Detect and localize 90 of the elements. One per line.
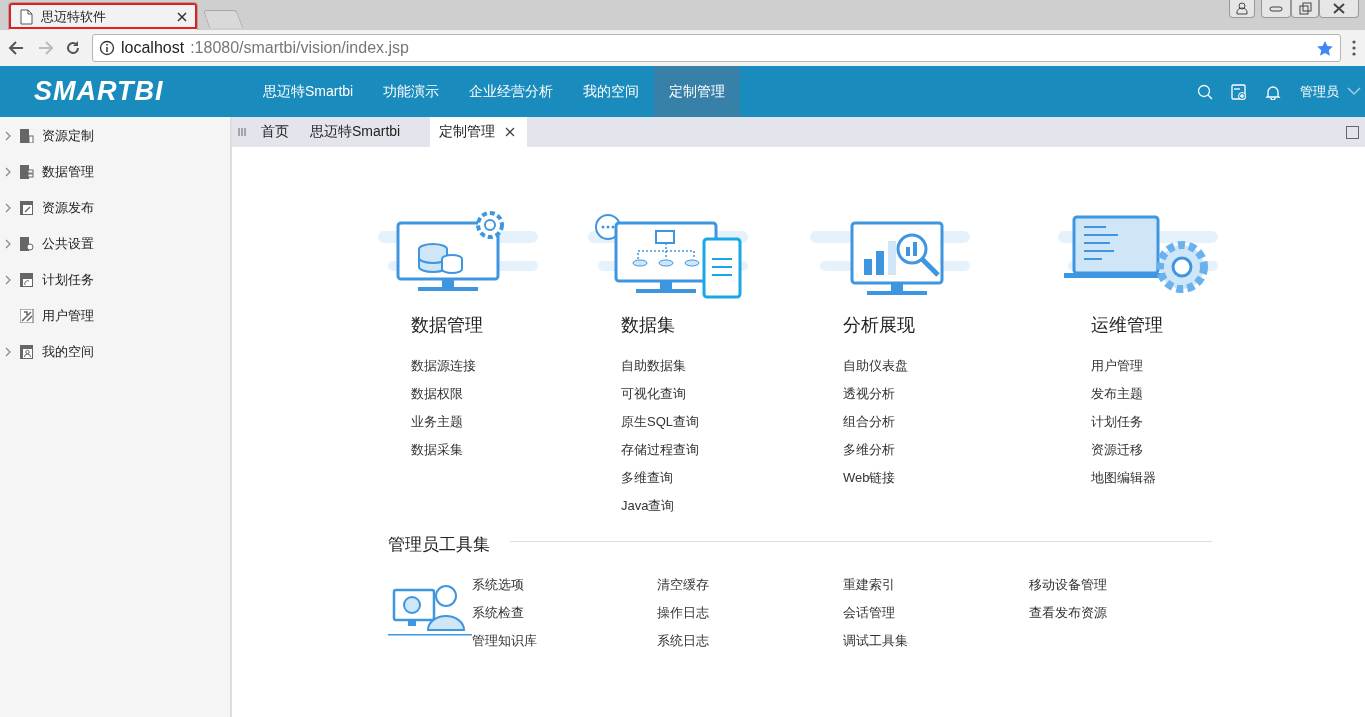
reload-icon — [64, 39, 82, 57]
function-link[interactable]: 业务主题 — [411, 413, 588, 441]
document-icon — [20, 309, 34, 323]
chevron-down-icon — [1347, 87, 1361, 96]
document-icon — [20, 165, 34, 179]
nav-item[interactable]: 我的空间 — [568, 66, 655, 117]
function-link[interactable]: 资源迁移 — [1091, 441, 1278, 469]
function-link[interactable]: 多维分析 — [843, 441, 1058, 469]
function-link[interactable]: 发布主题 — [1091, 385, 1278, 413]
document-icon — [20, 345, 34, 359]
function-link[interactable]: Java查询 — [621, 497, 810, 525]
close-icon — [1332, 2, 1346, 15]
function-link[interactable]: 数据权限 — [411, 385, 588, 413]
sidebar-item[interactable]: 数据管理 — [0, 154, 230, 190]
menu-icon — [1351, 39, 1357, 57]
function-link[interactable]: 透视分析 — [843, 385, 1058, 413]
tool-link[interactable]: 清空缓存 — [657, 576, 843, 604]
chevron-right-icon — [5, 275, 12, 285]
tool-link[interactable]: 系统日志 — [657, 632, 843, 660]
sidebar-item[interactable]: 公共设置 — [0, 226, 230, 262]
restore-button[interactable] — [1291, 0, 1319, 18]
info-icon — [99, 40, 115, 56]
function-link[interactable]: 自助数据集 — [621, 357, 810, 385]
back-icon — [8, 39, 26, 57]
tool-link[interactable]: 操作日志 — [657, 604, 843, 632]
function-link[interactable]: 数据采集 — [411, 441, 588, 469]
function-link[interactable]: 地图编辑器 — [1091, 469, 1278, 497]
tool-link[interactable]: 会话管理 — [843, 604, 1029, 632]
close-icon — [505, 127, 516, 137]
category-title: 运维管理 — [1091, 314, 1164, 337]
chevron-right-icon — [5, 203, 12, 213]
chevron-right-icon — [5, 347, 12, 357]
function-link[interactable]: 计划任务 — [1091, 413, 1278, 441]
function-link[interactable]: 自助仪表盘 — [843, 357, 1058, 385]
function-link[interactable]: 存储过程查询 — [621, 441, 810, 469]
profile-button[interactable] — [1229, 0, 1255, 18]
tool-link[interactable]: 重建索引 — [843, 576, 1029, 604]
content-tab[interactable]: 首页 — [252, 117, 301, 147]
star-icon — [1316, 39, 1334, 57]
function-link[interactable]: 用户管理 — [1091, 357, 1278, 385]
nav-item[interactable]: 企业经营分析 — [454, 66, 569, 117]
category-title: 数据集 — [621, 314, 676, 337]
address-field[interactable]: localhost :18080/smartbi/vision/index.jsp — [92, 34, 1341, 62]
grip-icon — [238, 128, 246, 136]
tool-link[interactable]: 系统选项 — [472, 576, 657, 604]
section-title: 管理员工具集 — [388, 534, 490, 556]
nav-item[interactable]: 定制管理 — [654, 66, 741, 117]
tool-link[interactable]: 调试工具集 — [843, 632, 1029, 660]
sidebar-item[interactable]: 计划任务 — [0, 262, 230, 298]
sidebar-item[interactable]: 资源发布 — [0, 190, 230, 226]
category-title: 分析展现 — [843, 314, 916, 337]
close-button[interactable] — [1319, 0, 1359, 18]
close-icon — [177, 11, 187, 22]
browser-tab[interactable]: 思迈特软件 — [8, 2, 198, 30]
document-icon — [20, 129, 34, 143]
search-icon — [1197, 83, 1213, 100]
chevron-right-icon — [5, 131, 12, 141]
nav-item[interactable]: 思迈特Smartbi — [248, 66, 369, 117]
function-link[interactable]: 可视化查询 — [621, 385, 810, 413]
restore-icon — [1298, 2, 1312, 15]
logo[interactable]: SMARTBI — [0, 66, 248, 117]
tool-link[interactable]: 管理知识库 — [472, 632, 657, 660]
chevron-right-icon — [5, 167, 12, 177]
page-icon — [19, 8, 33, 25]
tool-link[interactable]: 系统检查 — [472, 604, 657, 632]
sidebar-item[interactable]: 用户管理 — [0, 298, 230, 334]
bell-icon — [1265, 83, 1281, 100]
sidebar-item[interactable]: 资源定制 — [0, 118, 230, 154]
function-link[interactable]: 组合分析 — [843, 413, 1058, 441]
forward-icon — [36, 39, 54, 57]
sidebar-item[interactable]: 我的空间 — [0, 334, 230, 370]
calendar-add-icon — [1231, 83, 1247, 100]
document-icon — [20, 237, 34, 251]
user-menu[interactable]: 管理员 — [1290, 66, 1365, 117]
tool-link[interactable]: 移动设备管理 — [1029, 576, 1215, 604]
content-tab[interactable]: 思迈特Smartbi — [301, 117, 413, 147]
function-link[interactable]: 数据源连接 — [411, 357, 588, 385]
function-link[interactable]: Web链接 — [843, 469, 1058, 497]
person-icon — [1236, 2, 1248, 15]
maximize-icon — [1346, 125, 1359, 139]
category-title: 数据管理 — [411, 314, 484, 337]
nav-item[interactable]: 功能演示 — [368, 66, 455, 117]
document-icon — [20, 273, 34, 287]
tool-link[interactable]: 查看发布资源 — [1029, 604, 1215, 632]
function-link[interactable]: 原生SQL查询 — [621, 413, 810, 441]
function-link[interactable]: 多维查询 — [621, 469, 810, 497]
content-tab[interactable]: 定制管理 — [430, 117, 528, 147]
chevron-right-icon — [5, 239, 12, 249]
document-icon — [20, 201, 34, 215]
minimize-button[interactable] — [1261, 0, 1291, 18]
